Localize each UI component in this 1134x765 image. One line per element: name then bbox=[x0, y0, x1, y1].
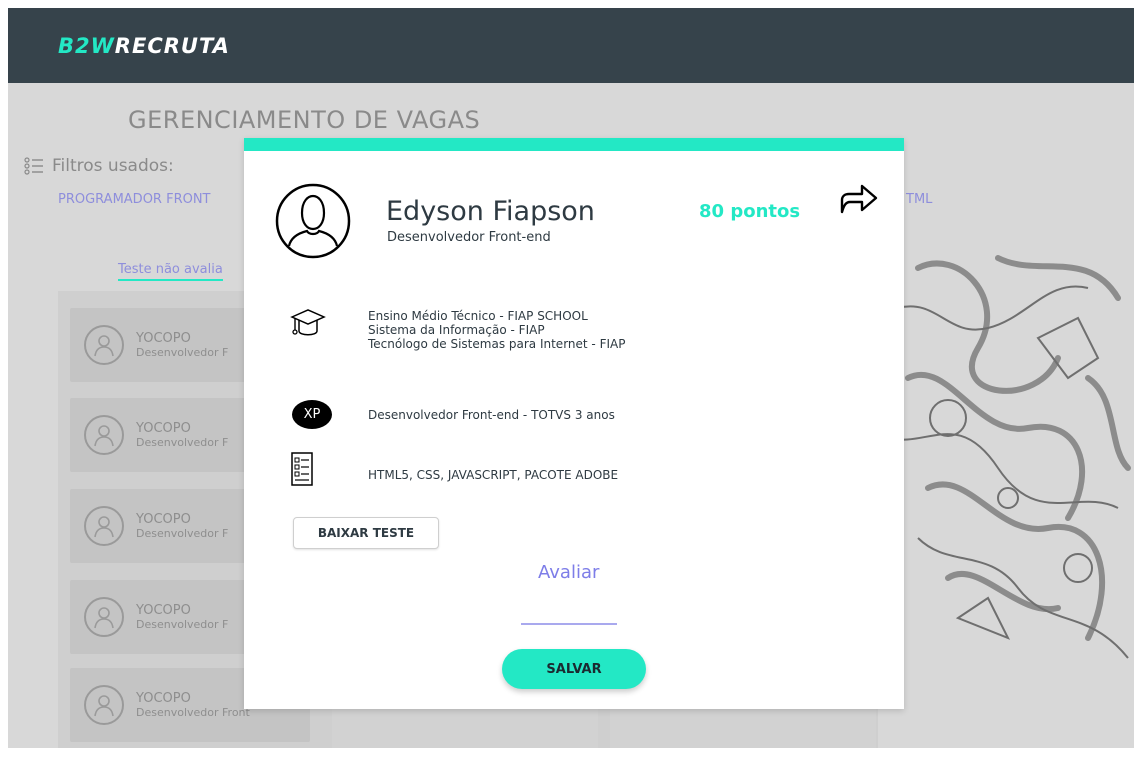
candidate-name: YOCOPO bbox=[136, 331, 191, 346]
user-avatar-icon bbox=[275, 183, 351, 259]
checklist-icon bbox=[291, 452, 313, 486]
skills-text: HTML5, CSS, JAVASCRIPT, PACOTE ADOBE bbox=[368, 468, 619, 482]
candidate-name: YOCOPO bbox=[136, 691, 191, 706]
top-bar: B2WRECRUTA bbox=[8, 8, 1134, 83]
user-avatar-icon bbox=[84, 325, 124, 365]
filters-label: Filtros usados: bbox=[52, 156, 174, 176]
user-avatar-icon bbox=[84, 597, 124, 637]
filters-header: Filtros usados: bbox=[24, 156, 174, 176]
modal-accent-strip bbox=[244, 138, 904, 151]
graduation-cap-icon bbox=[290, 309, 326, 336]
tab-unrated[interactable]: Teste não avalia bbox=[118, 262, 223, 281]
candidate-role: Desenvolvedor Front-end bbox=[387, 230, 551, 245]
share-icon[interactable] bbox=[836, 178, 880, 218]
education-item: Tecnólogo de Sistemas para Internet - FI… bbox=[368, 337, 626, 351]
app-frame: B2WRECRUTA GERENCIAMENTO DE VAGAS Filtro… bbox=[8, 8, 1134, 748]
candidate-name: YOCOPO bbox=[136, 603, 191, 618]
user-avatar-icon bbox=[84, 415, 124, 455]
education-item: Sistema da Informação - FIAP bbox=[368, 323, 545, 337]
candidate-score: 80 pontos bbox=[699, 201, 801, 222]
candidate-role: Desenvolvedor Front bbox=[136, 706, 250, 719]
candidate-name: YOCOPO bbox=[136, 421, 191, 436]
candidate-role: Desenvolvedor F bbox=[136, 618, 229, 631]
download-test-button[interactable]: BAIXAR TESTE bbox=[293, 517, 439, 549]
filter-chip-html[interactable]: TML bbox=[906, 192, 932, 207]
save-button[interactable]: SALVAR bbox=[502, 649, 646, 689]
evaluate-label: Avaliar bbox=[538, 562, 600, 583]
education-item: Ensino Médio Técnico - FIAP SCHOOL bbox=[368, 309, 588, 323]
experience-badge: XP bbox=[292, 400, 332, 429]
list-icon bbox=[24, 157, 43, 175]
user-avatar-icon bbox=[84, 506, 124, 546]
experience-text: Desenvolvedor Front-end - TOTVS 3 anos bbox=[368, 408, 615, 422]
candidate-role: Desenvolvedor F bbox=[136, 346, 229, 359]
candidate-modal: Edyson Fiapson Desenvolvedor Front-end 8… bbox=[244, 138, 904, 709]
candidate-name: YOCOPO bbox=[136, 512, 191, 527]
candidate-role: Desenvolvedor F bbox=[136, 527, 229, 540]
candidate-role: Desenvolvedor F bbox=[136, 436, 229, 449]
evaluate-input[interactable] bbox=[521, 593, 617, 625]
filter-chip-programador[interactable]: PROGRAMADOR FRONT bbox=[58, 192, 211, 207]
logo[interactable]: B2WRECRUTA bbox=[58, 34, 230, 58]
decorative-illustration bbox=[888, 255, 1131, 659]
candidate-name: Edyson Fiapson bbox=[386, 196, 595, 227]
user-avatar-icon bbox=[84, 685, 124, 725]
education-list: Ensino Médio Técnico - FIAP SCHOOL Siste… bbox=[368, 309, 625, 351]
page-title: GERENCIAMENTO DE VAGAS bbox=[128, 106, 481, 134]
